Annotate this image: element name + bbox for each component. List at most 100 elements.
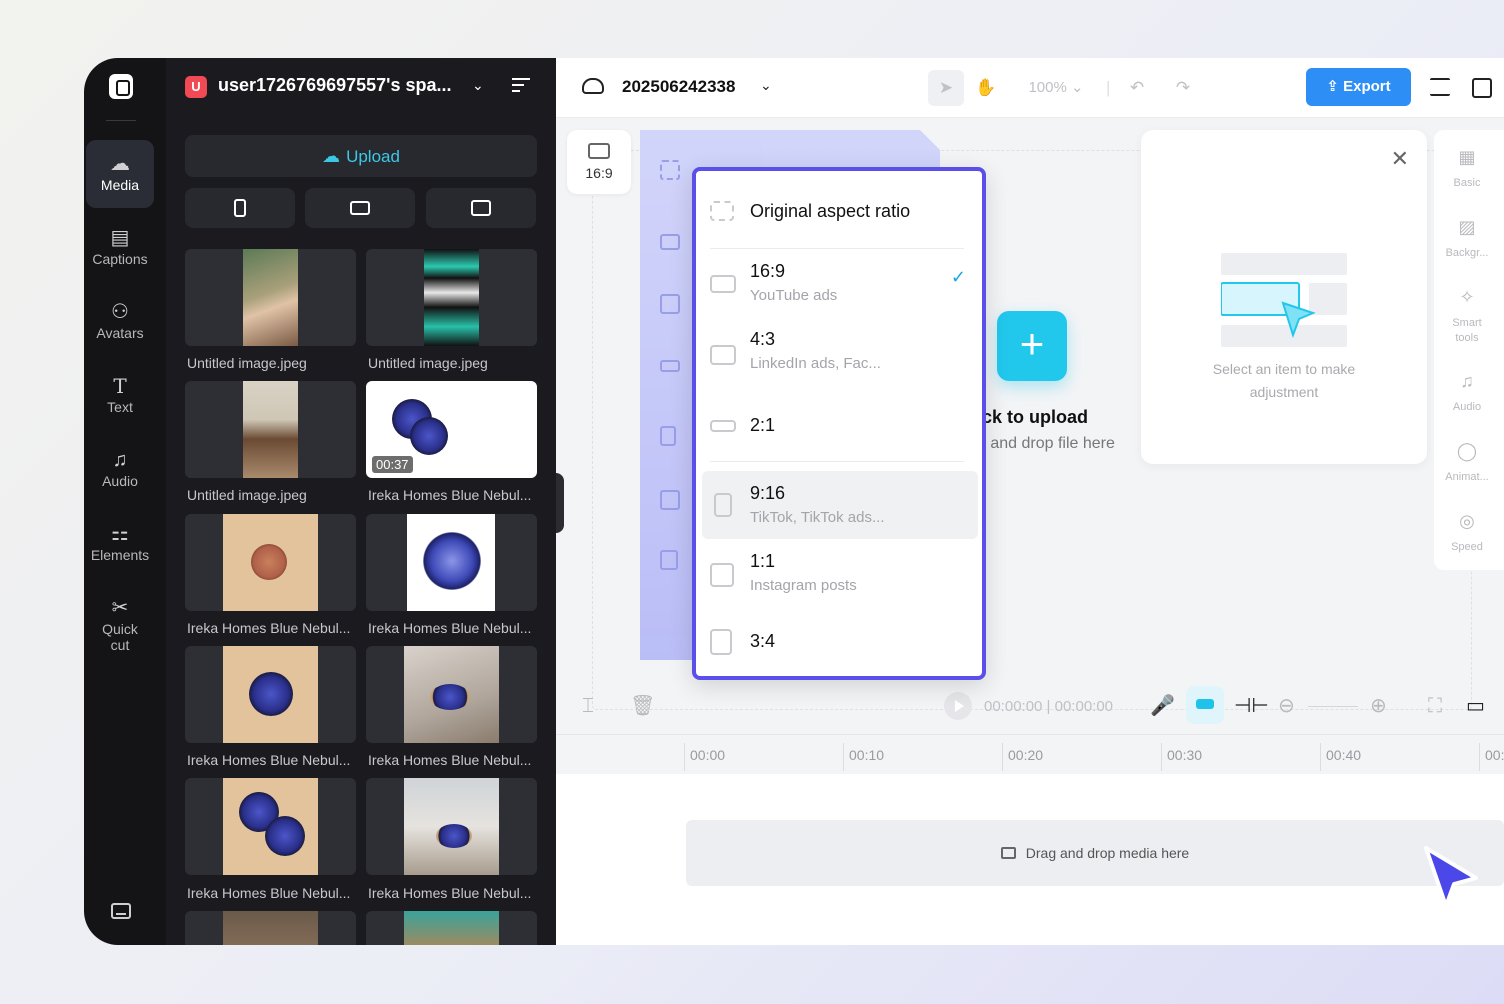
timeline-ruler: 00:00 00:10 00:20 00:30 00:40 00:: [556, 734, 1504, 774]
hand-tool-icon[interactable]: ✋: [968, 70, 1004, 106]
nav-item-captions[interactable]: ▤ Captions: [86, 214, 154, 282]
aspect-option-2-1[interactable]: 2:1: [702, 407, 978, 447]
aspect-option-16-9[interactable]: 16:9 YouTube ads ✓: [702, 259, 978, 319]
thumbnail-image: [249, 672, 293, 716]
rail-item-animation[interactable]: ◯ Animat...: [1434, 438, 1500, 485]
properties-hint-line1: Select an item to make: [1212, 361, 1356, 377]
nav-item-text[interactable]: T Text: [86, 362, 154, 430]
monitor-icon[interactable]: ▭: [1466, 694, 1485, 718]
sort-menu-icon[interactable]: [512, 78, 530, 94]
media-label: Ireka Homes Blue Nebul...: [368, 752, 532, 768]
left-nav: ☁ Media ▤ Captions ⚇ Avatars T Text ♫ Au…: [84, 58, 166, 945]
timeline-drop-zone[interactable]: Drag and drop media here: [686, 820, 1504, 886]
ratio-shape-icon: [660, 294, 680, 314]
rail-label: Speed: [1451, 541, 1483, 553]
media-thumbnail[interactable]: [185, 778, 356, 875]
avatar-icon: ⚇: [111, 301, 129, 323]
media-thumbnail[interactable]: [366, 778, 537, 875]
keyboard-icon[interactable]: [111, 903, 131, 919]
mouse-cursor-icon: [1424, 846, 1478, 908]
zoom-value: 100%: [1028, 79, 1067, 96]
aspect-ratio-button[interactable]: 16:9: [567, 130, 631, 194]
split-scene-icon[interactable]: ⊣⊢: [1234, 694, 1269, 718]
chevron-down-icon[interactable]: ⌄: [472, 77, 484, 94]
media-label: Ireka Homes Blue Nebul...: [187, 620, 351, 636]
ratio-1-1-icon: [710, 563, 734, 587]
media-label: Untitled image.jpeg: [368, 355, 488, 371]
project-name[interactable]: 202506242338: [622, 77, 735, 97]
add-media-button[interactable]: +: [997, 311, 1067, 381]
ruler-label: 00:00: [690, 747, 726, 763]
top-bar: 202506242338 ⌄ ➤ ✋ 100% ⌄ | ↶ ↷ ⇪ Export: [556, 58, 1504, 118]
rail-item-speed[interactable]: ◎ Speed: [1434, 508, 1500, 555]
trash-icon[interactable]: 🗑: [630, 694, 655, 718]
screen-record-button[interactable]: [426, 188, 536, 228]
microphone-icon[interactable]: 🎤: [1150, 694, 1175, 718]
media-thumbnail[interactable]: [366, 911, 537, 945]
fullscreen-icon[interactable]: ⛶: [1428, 694, 1442, 718]
rail-item-background[interactable]: ▨ Backgr...: [1434, 214, 1500, 261]
select-tool-icon[interactable]: ➤: [928, 70, 964, 106]
drop-zone-text: Drag and drop media here: [1025, 845, 1190, 861]
nav-item-media[interactable]: ☁ Media: [86, 140, 154, 208]
zoom-select[interactable]: 100% ⌄: [1026, 70, 1086, 106]
rail-item-audio[interactable]: ♫ Audio: [1434, 368, 1500, 415]
elements-icon: ⚏: [111, 523, 129, 545]
nav-item-audio[interactable]: ♫ Audio: [86, 436, 154, 504]
close-icon[interactable]: ✕: [1391, 146, 1409, 172]
panel-layout-icon[interactable]: [1472, 78, 1492, 98]
export-button[interactable]: ⇪ Export: [1306, 68, 1411, 106]
media-thumbnail[interactable]: [185, 249, 356, 346]
media-thumbnail[interactable]: [185, 911, 356, 945]
ruler-tick: [843, 743, 844, 771]
thumbnail-image: [243, 249, 298, 346]
thumbnail-image: [251, 544, 287, 580]
undo-icon[interactable]: ↶: [1122, 70, 1152, 106]
zoom-slider[interactable]: [1308, 706, 1358, 707]
workspace-name[interactable]: user1726769697557's spa...: [218, 75, 451, 96]
nav-item-avatars[interactable]: ⚇ Avatars: [86, 288, 154, 356]
thumbnail-image: [410, 417, 448, 455]
panel-collapse-handle[interactable]: [556, 473, 564, 533]
split-icon[interactable]: ⌶: [582, 694, 594, 718]
media-thumbnail[interactable]: [185, 381, 356, 478]
aspect-option-1-1[interactable]: 1:1 Instagram posts: [702, 547, 978, 607]
captions-icon: ▤: [110, 227, 130, 249]
media-thumbnail[interactable]: [185, 646, 356, 743]
record-video-button[interactable]: [305, 188, 415, 228]
nav-item-quick-cut[interactable]: ✂ Quick cut: [86, 584, 154, 664]
ratio-2-1-icon: [710, 420, 736, 432]
rail-item-smart-tools[interactable]: ✧ Smart tools: [1434, 284, 1500, 346]
phone-upload-button[interactable]: [185, 188, 295, 228]
film-icon: [1000, 847, 1016, 859]
thumbnail-image: [430, 684, 470, 710]
aspect-option-9-16[interactable]: 9:16 TikTok, TikTok ads...: [702, 471, 978, 539]
media-thumbnail[interactable]: [366, 249, 537, 346]
media-thumbnail[interactable]: 00:37: [366, 381, 537, 478]
media-thumbnail[interactable]: [366, 646, 537, 743]
zoom-out-icon[interactable]: ⊖: [1278, 694, 1295, 718]
aspect-option-title: Original aspect ratio: [750, 201, 911, 221]
toolbar-divider: |: [1106, 78, 1111, 97]
capcut-logo-icon[interactable]: [109, 74, 133, 99]
rail-item-basic[interactable]: ▦ Basic: [1434, 144, 1500, 191]
dropdown-divider: [710, 248, 964, 249]
aspect-option-title: 16:9: [750, 261, 786, 281]
redo-icon[interactable]: ↷: [1168, 70, 1198, 106]
zoom-in-icon[interactable]: ⊕: [1370, 694, 1387, 718]
cloud-save-icon[interactable]: [582, 78, 604, 94]
nav-item-elements[interactable]: ⚏ Elements: [86, 510, 154, 578]
thumbnail-image: [423, 532, 481, 590]
media-thumbnail[interactable]: [185, 514, 356, 611]
chevron-down-icon[interactable]: ⌄: [760, 77, 772, 94]
magnet-snap-button[interactable]: [1186, 686, 1224, 724]
aspect-option-original[interactable]: Original aspect ratio: [702, 187, 978, 239]
layers-icon[interactable]: [1430, 78, 1450, 96]
aspect-option-4-3[interactable]: 4:3 LinkedIn ads, Fac...: [702, 329, 978, 389]
play-button[interactable]: [944, 692, 972, 720]
duration-badge: 00:37: [372, 456, 413, 473]
media-thumbnail[interactable]: [366, 514, 537, 611]
export-label: Export: [1343, 78, 1391, 95]
upload-button[interactable]: ☁ Upload: [185, 135, 537, 177]
aspect-option-3-4[interactable]: 3:4: [702, 621, 978, 665]
